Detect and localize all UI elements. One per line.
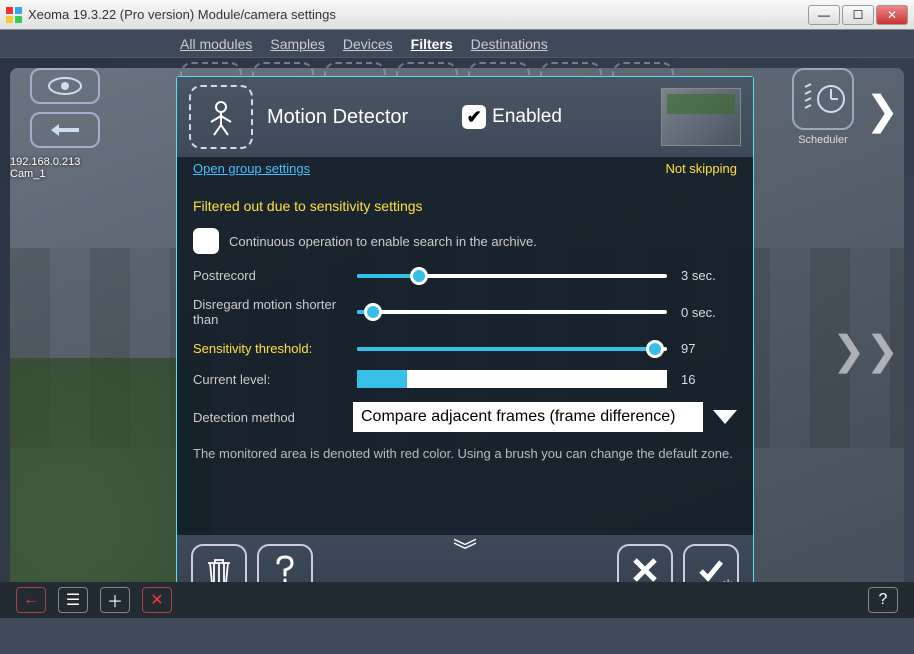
motion-detector-dialog: Motion Detector ✔ Enabled Open group set… <box>176 76 754 606</box>
nav-samples[interactable]: Samples <box>270 36 324 52</box>
filtered-message: Filtered out due to sensitivity settings <box>193 198 737 214</box>
back-button[interactable]: ← <box>16 587 46 613</box>
maximize-button[interactable]: ☐ <box>842 5 874 25</box>
motion-detector-icon <box>189 85 253 149</box>
camera-ip: 192.168.0.213 <box>10 156 80 168</box>
question-icon <box>274 555 296 585</box>
postrecord-slider[interactable] <box>357 274 667 278</box>
next-arrow-icon[interactable]: ❯❯ <box>832 328 899 374</box>
enabled-checkbox[interactable]: ✔ <box>462 105 486 129</box>
back-icon-button[interactable] <box>30 112 100 148</box>
continuous-label: Continuous operation to enable search in… <box>229 234 537 249</box>
current-level-label: Current level: <box>193 372 343 387</box>
disregard-slider[interactable] <box>357 310 667 314</box>
sensitivity-label: Sensitivity threshold: <box>193 341 343 356</box>
close-icon <box>631 556 659 584</box>
back-arrow-icon <box>45 120 85 140</box>
window-titlebar: Xeoma 19.3.22 (Pro version) Module/camer… <box>0 0 914 30</box>
detection-method-select[interactable]: Compare adjacent frames (frame differenc… <box>353 402 703 432</box>
camera-name: Cam_1 <box>10 168 80 180</box>
nav-all-modules[interactable]: All modules <box>180 36 252 52</box>
delete-x-button[interactable]: ✕ <box>142 587 172 613</box>
scheduler-label: Scheduler <box>798 134 848 146</box>
nav-destinations[interactable]: Destinations <box>471 36 548 52</box>
top-nav: All modules Samples Devices Filters Dest… <box>0 30 914 58</box>
scheduler-module[interactable]: Scheduler <box>792 68 854 146</box>
next-arrow-icon[interactable]: ❯ <box>865 88 899 134</box>
camera-label: 192.168.0.213 Cam_1 <box>10 156 80 180</box>
dialog-title: Motion Detector <box>267 106 408 129</box>
trash-icon <box>205 555 233 585</box>
eye-icon-button[interactable] <box>30 68 100 104</box>
continuous-checkbox[interactable] <box>193 228 219 254</box>
camera-preview-thumbnail[interactable] <box>661 88 741 146</box>
skip-status: Not skipping <box>665 161 737 176</box>
close-button[interactable]: ✕ <box>876 5 908 25</box>
help-icon-button[interactable]: ? <box>868 587 898 613</box>
zone-note: The monitored area is denoted with red c… <box>193 446 737 463</box>
list-button[interactable]: ☰ <box>58 587 88 613</box>
app-icon <box>6 7 22 23</box>
postrecord-value: 3 sec. <box>681 268 737 283</box>
disregard-label: Disregard motion shorter than <box>193 297 343 327</box>
open-group-settings-link[interactable]: Open group settings <box>193 161 310 176</box>
scheduler-icon <box>792 68 854 130</box>
bottom-toolbar: ← ☰ ＋ ✕ ? <box>0 582 914 618</box>
current-level-bar <box>357 370 667 388</box>
chevron-down-icon: ︾ <box>453 531 477 566</box>
sensitivity-value: 97 <box>681 341 737 356</box>
minimize-button[interactable]: — <box>808 5 840 25</box>
sensitivity-slider[interactable] <box>357 347 667 351</box>
nav-filters[interactable]: Filters <box>411 36 453 52</box>
postrecord-label: Postrecord <box>193 268 343 283</box>
current-level-value: 16 <box>681 372 737 387</box>
disregard-value: 0 sec. <box>681 305 737 320</box>
window-title: Xeoma 19.3.22 (Pro version) Module/camer… <box>28 7 808 22</box>
eye-icon <box>45 76 85 96</box>
workspace: 192.168.0.213 Cam_1 Scheduler ❯ ❯❯ Motio… <box>0 58 914 618</box>
dropdown-arrow-icon[interactable] <box>713 410 737 424</box>
enabled-label: Enabled <box>492 106 562 128</box>
nav-devices[interactable]: Devices <box>343 36 393 52</box>
detection-method-label: Detection method <box>193 410 343 425</box>
add-button[interactable]: ＋ <box>100 587 130 613</box>
